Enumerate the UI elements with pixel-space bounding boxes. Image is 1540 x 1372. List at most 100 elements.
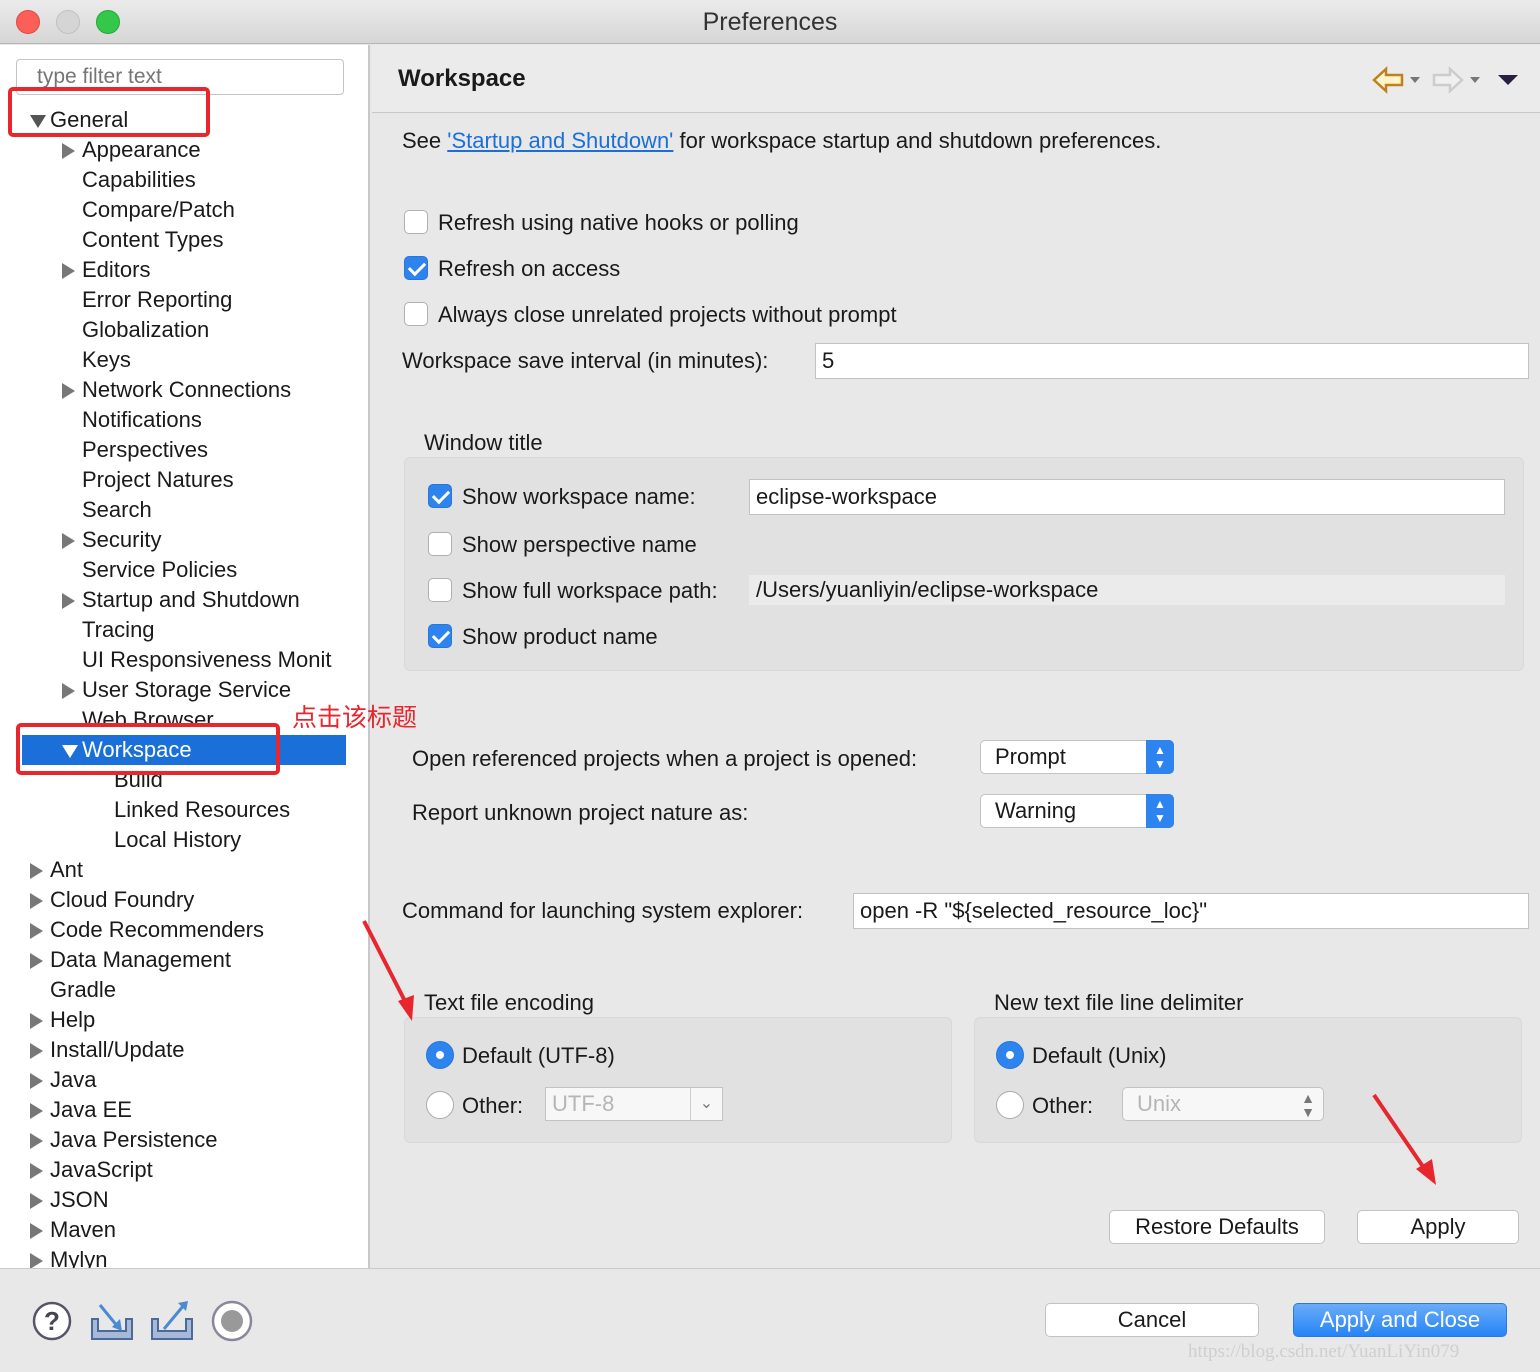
tree-item[interactable]: Editors: [0, 255, 368, 285]
report-unknown-select[interactable]: Warning ▲ ▼: [980, 794, 1174, 828]
open-referenced-label: Open referenced projects when a project …: [412, 746, 918, 771]
tree-item[interactable]: Search: [0, 495, 368, 525]
collapsed-arrow-icon[interactable]: [62, 683, 75, 699]
tree-item[interactable]: Keys: [0, 345, 368, 375]
tree-item[interactable]: Compare/Patch: [0, 195, 368, 225]
collapsed-arrow-icon[interactable]: [30, 1043, 43, 1059]
collapsed-arrow-icon[interactable]: [30, 1163, 43, 1179]
tree-item[interactable]: Linked Resources: [0, 795, 368, 825]
encoding-default-radio[interactable]: [426, 1041, 454, 1069]
tree-item[interactable]: Java Persistence: [0, 1125, 368, 1155]
delimiter-group-label: New text file line delimiter: [994, 990, 1244, 1015]
full-path-field: /Users/yuanliyin/eclipse-workspace: [749, 575, 1505, 605]
encoding-group: [404, 1017, 952, 1143]
forward-icon[interactable]: [1432, 65, 1484, 95]
tree-item-label: Ant: [50, 857, 84, 882]
tree-item[interactable]: Install/Update: [0, 1035, 368, 1065]
delimiter-other-select[interactable]: Unix ▲ ▼: [1122, 1087, 1324, 1121]
encoding-other-radio[interactable]: [426, 1091, 454, 1119]
tree-item-label: Tracing: [82, 617, 155, 642]
tree-item[interactable]: Network Connections: [0, 375, 368, 405]
collapsed-arrow-icon[interactable]: [62, 533, 75, 549]
collapsed-arrow-icon[interactable]: [30, 863, 43, 879]
tree-item[interactable]: Data Management: [0, 945, 368, 975]
startup-shutdown-link[interactable]: 'Startup and Shutdown': [447, 128, 673, 153]
tree-item[interactable]: Startup and Shutdown: [0, 585, 368, 615]
delimiter-other-radio[interactable]: [996, 1091, 1024, 1119]
tree-item[interactable]: UI Responsiveness Monit: [0, 645, 368, 675]
show-perspective-name-checkbox[interactable]: [428, 532, 452, 556]
tree-item[interactable]: JavaScript: [0, 1155, 368, 1185]
watermark: https://blog.csdn.net/YuanLiYin079: [1188, 1341, 1460, 1362]
tree-item[interactable]: Project Natures: [0, 465, 368, 495]
collapsed-arrow-icon[interactable]: [62, 143, 75, 159]
tree-item[interactable]: Capabilities: [0, 165, 368, 195]
tree-item[interactable]: Local History: [0, 825, 368, 855]
show-workspace-name-checkbox[interactable]: [428, 484, 452, 508]
collapsed-arrow-icon[interactable]: [30, 1253, 43, 1268]
help-icon[interactable]: ?: [32, 1301, 72, 1341]
view-menu-icon[interactable]: [1496, 71, 1520, 87]
tree-item[interactable]: Tracing: [0, 615, 368, 645]
refresh-access-checkbox[interactable]: [404, 256, 428, 280]
open-referenced-select[interactable]: Prompt ▲ ▼: [980, 740, 1174, 774]
page-header: Workspace: [372, 45, 1540, 113]
chevron-down-icon: ⌄: [690, 1088, 722, 1120]
collapsed-arrow-icon[interactable]: [62, 383, 75, 399]
tree-item[interactable]: Maven: [0, 1215, 368, 1245]
tree-item[interactable]: Java EE: [0, 1095, 368, 1125]
apply-and-close-button[interactable]: Apply and Close: [1293, 1303, 1507, 1337]
collapsed-arrow-icon[interactable]: [30, 1193, 43, 1209]
tree-item[interactable]: Service Policies: [0, 555, 368, 585]
tree-item[interactable]: Cloud Foundry: [0, 885, 368, 915]
collapsed-arrow-icon[interactable]: [30, 953, 43, 969]
always-close-checkbox[interactable]: [404, 302, 428, 326]
tree-item[interactable]: Content Types: [0, 225, 368, 255]
tree-item[interactable]: Appearance: [0, 135, 368, 165]
tree-item[interactable]: Error Reporting: [0, 285, 368, 315]
tree-item[interactable]: Help: [0, 1005, 368, 1035]
svg-text:?: ?: [44, 1306, 60, 1336]
collapsed-arrow-icon[interactable]: [30, 923, 43, 939]
collapsed-arrow-icon[interactable]: [30, 1013, 43, 1029]
tree-item[interactable]: Code Recommenders: [0, 915, 368, 945]
tree-item[interactable]: Security: [0, 525, 368, 555]
export-icon[interactable]: [150, 1297, 194, 1341]
tree-item-label: Install/Update: [50, 1037, 185, 1062]
command-input[interactable]: open -R "${selected_resource_loc}": [853, 893, 1529, 929]
tree-item[interactable]: Perspectives: [0, 435, 368, 465]
tree-item[interactable]: Java: [0, 1065, 368, 1095]
delimiter-default-radio[interactable]: [996, 1041, 1024, 1069]
apply-button[interactable]: Apply: [1357, 1210, 1519, 1244]
tree-item-label: Cloud Foundry: [50, 887, 195, 912]
show-full-path-checkbox[interactable]: [428, 578, 452, 602]
collapsed-arrow-icon[interactable]: [30, 1223, 43, 1239]
zoom-window-button[interactable]: [96, 10, 120, 34]
report-unknown-label: Report unknown project nature as:: [412, 800, 749, 825]
back-icon[interactable]: [1372, 65, 1424, 95]
record-icon[interactable]: [210, 1299, 254, 1343]
save-interval-input[interactable]: 5: [815, 343, 1529, 379]
workspace-name-input[interactable]: eclipse-workspace: [749, 479, 1505, 515]
cancel-button[interactable]: Cancel: [1045, 1303, 1259, 1337]
collapsed-arrow-icon[interactable]: [30, 1073, 43, 1089]
tree-item[interactable]: Globalization: [0, 315, 368, 345]
stepper-icon: ▲ ▼: [1301, 1090, 1315, 1120]
close-window-button[interactable]: [16, 10, 40, 34]
restore-defaults-button[interactable]: Restore Defaults: [1109, 1210, 1325, 1244]
import-icon[interactable]: [90, 1301, 134, 1341]
show-product-name-checkbox[interactable]: [428, 624, 452, 648]
collapsed-arrow-icon[interactable]: [30, 893, 43, 909]
tree-item[interactable]: Mylyn: [0, 1245, 368, 1268]
minimize-window-button[interactable]: [56, 10, 80, 34]
encoding-other-combo[interactable]: UTF-8 ⌄: [545, 1087, 723, 1121]
tree-item[interactable]: Notifications: [0, 405, 368, 435]
tree-item[interactable]: Gradle: [0, 975, 368, 1005]
refresh-native-checkbox[interactable]: [404, 210, 428, 234]
collapsed-arrow-icon[interactable]: [30, 1133, 43, 1149]
tree-item[interactable]: JSON: [0, 1185, 368, 1215]
collapsed-arrow-icon[interactable]: [62, 593, 75, 609]
collapsed-arrow-icon[interactable]: [30, 1103, 43, 1119]
collapsed-arrow-icon[interactable]: [62, 263, 75, 279]
tree-item[interactable]: Ant: [0, 855, 368, 885]
